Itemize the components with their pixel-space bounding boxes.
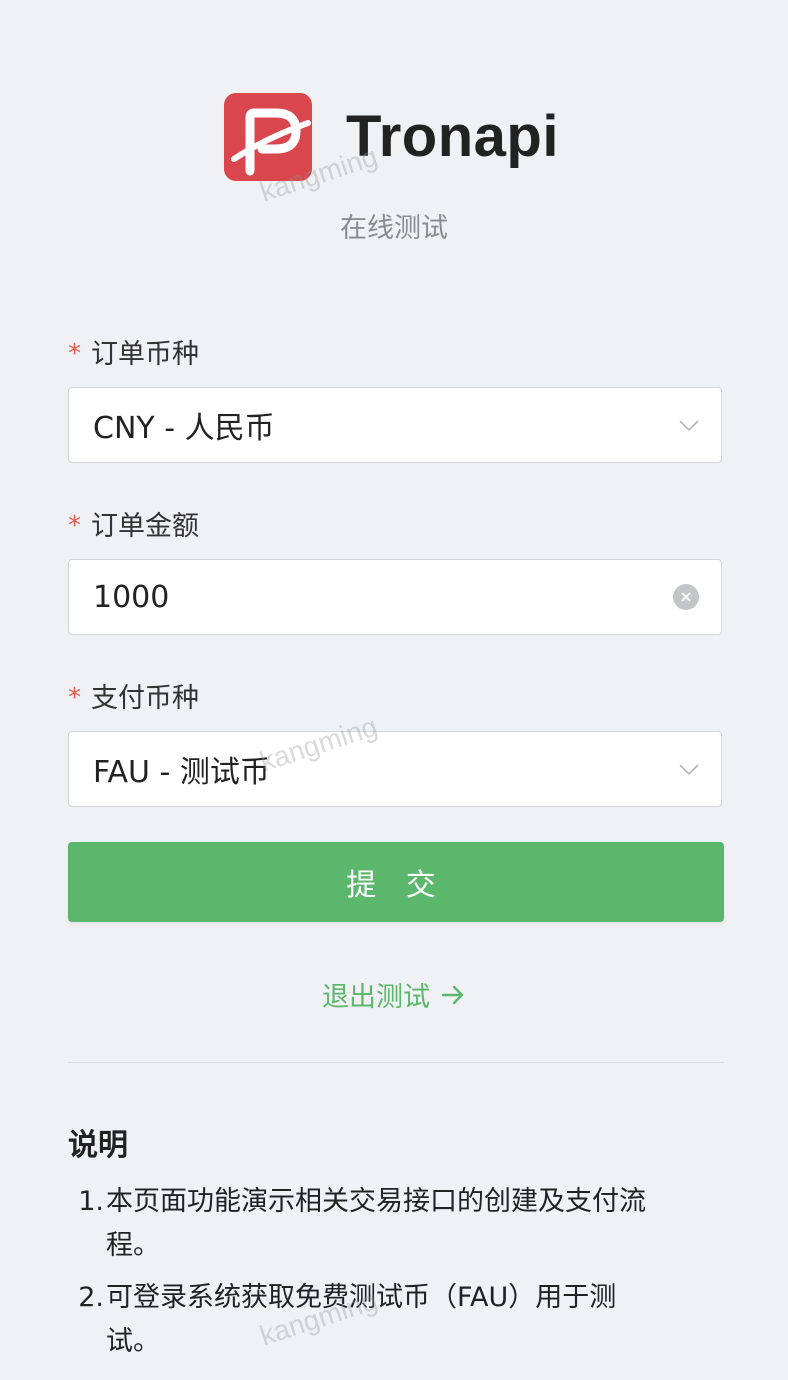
order-amount-value: 1000 <box>93 579 170 615</box>
arrow-right-icon <box>441 985 464 1004</box>
order-currency-label-text: 订单币种 <box>91 339 199 370</box>
submit-button[interactable]: 提 交 <box>68 842 724 922</box>
order-amount-input[interactable]: 1000 <box>68 559 722 635</box>
pay-currency-label: * 支付币种 <box>68 676 199 715</box>
order-amount-label-text: 订单金额 <box>91 511 199 542</box>
chevron-down-icon <box>679 764 699 776</box>
divider <box>68 1062 724 1063</box>
brand-name: Tronapi <box>346 104 559 169</box>
pay-currency-value: FAU - 测试币 <box>93 755 270 790</box>
page-subtitle: 在线测试 <box>340 213 448 244</box>
order-currency-label: * 订单币种 <box>68 332 199 371</box>
exit-test-label: 退出测试 <box>322 982 430 1013</box>
order-currency-select[interactable]: CNY - 人民币 <box>68 387 722 463</box>
notes-list: 1. 本页面功能演示相关交易接口的创建及支付流程。 2. 可登录系统获取免费测试… <box>68 1180 668 1372</box>
list-item: 1. 本页面功能演示相关交易接口的创建及支付流程。 <box>68 1180 668 1268</box>
required-mark: * <box>68 510 81 541</box>
brand-header: Tronapi <box>224 92 559 182</box>
clear-icon[interactable] <box>673 584 699 610</box>
chevron-down-icon <box>679 420 699 432</box>
required-mark: * <box>68 682 81 713</box>
pay-currency-label-text: 支付币种 <box>91 683 199 714</box>
list-item-text: 本页面功能演示相关交易接口的创建及支付流程。 <box>106 1186 646 1261</box>
order-currency-value: CNY - 人民币 <box>93 411 275 446</box>
list-item-text: 可登录系统获取免费测试币（FAU）用于测试。 <box>106 1282 617 1357</box>
test-page: Tronapi 在线测试 * 订单币种 CNY - 人民币 * 订单金额 100… <box>0 0 788 1380</box>
list-item-number: 1. <box>78 1186 104 1217</box>
pay-currency-select[interactable]: FAU - 测试币 <box>68 731 722 807</box>
list-item-number: 2. <box>78 1282 104 1313</box>
notes-title: 说明 <box>68 1128 128 1163</box>
exit-test-link[interactable]: 退出测试 <box>0 975 788 1014</box>
order-amount-label: * 订单金额 <box>68 504 199 543</box>
required-mark: * <box>68 338 81 369</box>
